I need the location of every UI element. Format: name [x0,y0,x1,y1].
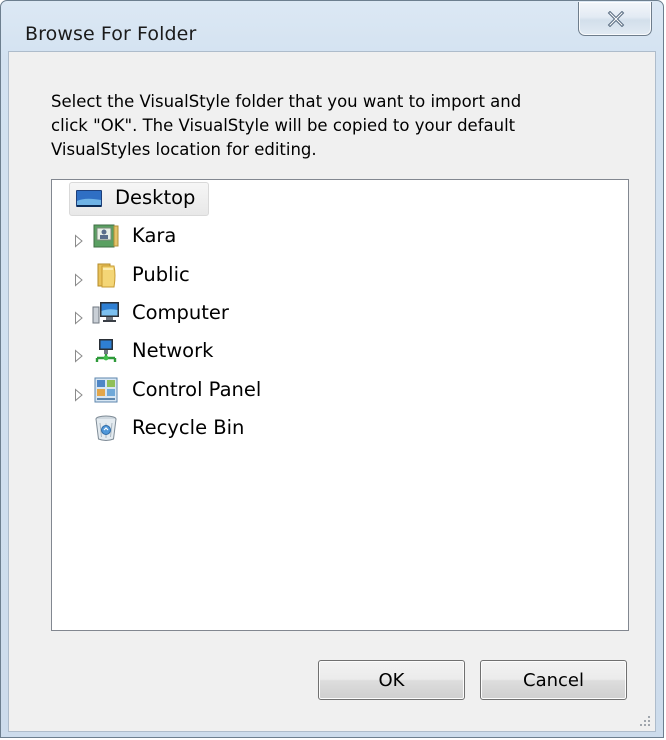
computer-icon [92,299,120,327]
tree-item-network[interactable]: Network [72,335,312,369]
expand-arrow-icon[interactable] [74,307,84,325]
tree-item-label: Public [132,263,190,286]
tree-item-desktop[interactable]: Desktop [69,182,209,216]
cancel-button[interactable]: Cancel [480,660,627,700]
expand-arrow-icon[interactable] [74,384,84,402]
tree-item-label: Network [132,339,214,362]
folder-tree[interactable]: Desktop Kara Public Computer Network Con… [51,179,629,631]
window-title: Browse For Folder [25,23,197,45]
folder-icon [92,261,120,289]
expand-arrow-icon[interactable] [74,230,84,248]
close-button[interactable] [578,2,652,36]
control-panel-icon [92,376,120,404]
tree-item-label: Computer [132,301,229,324]
tree-item-computer[interactable]: Computer [72,297,312,331]
tree-item-label: Control Panel [132,378,262,401]
close-icon [607,11,625,27]
recycle-bin-icon [92,414,120,442]
desktop-icon [75,185,103,213]
user-folder-icon [92,222,120,250]
browse-for-folder-window: Browse For Folder Select the VisualStyle… [0,0,664,738]
tree-item-label: Desktop [115,186,196,209]
tree-item-label: Recycle Bin [132,416,245,439]
expand-arrow-icon[interactable] [74,345,84,363]
resize-grip-icon[interactable] [637,713,651,727]
title-bar[interactable]: Browse For Folder [1,1,663,51]
tree-item-recycle-bin[interactable]: Recycle Bin [72,412,332,446]
dialog-description: Select the VisualStyle folder that you w… [51,92,522,159]
tree-item-control-panel[interactable]: Control Panel [72,374,352,408]
expand-arrow-icon[interactable] [74,269,84,287]
network-icon [92,337,120,365]
dialog-client-area: Select the VisualStyle folder that you w… [8,51,656,732]
tree-item-kara[interactable]: Kara [72,220,272,254]
tree-item-public[interactable]: Public [72,259,272,293]
ok-button[interactable]: OK [318,660,465,700]
tree-item-label: Kara [132,224,177,247]
